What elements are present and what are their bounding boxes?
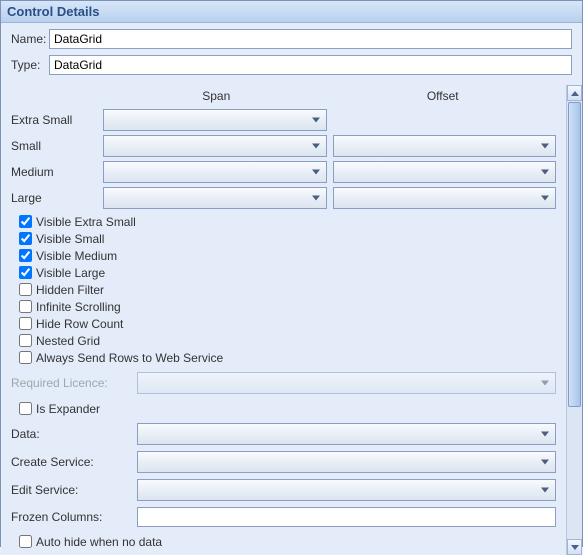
infinite-scrolling-label: Infinite Scrolling (36, 300, 121, 314)
type-label: Type: (11, 58, 49, 72)
size-md-label: Medium (11, 165, 97, 179)
visible-xs-label: Visible Extra Small (36, 215, 136, 229)
frozen-columns-label: Frozen Columns: (11, 510, 131, 524)
span-header: Span (103, 89, 330, 103)
size-lg-label: Large (11, 191, 97, 205)
auto-hide-checkbox[interactable] (19, 535, 32, 548)
scroll-thumb[interactable] (568, 102, 581, 407)
panel-header: Control Details (1, 1, 582, 23)
edit-service-label: Edit Service: (11, 483, 131, 497)
hidden-filter-checkbox[interactable] (19, 283, 32, 296)
chevron-up-icon (571, 91, 579, 96)
edit-service-dropdown[interactable] (137, 479, 556, 501)
md-offset-dropdown[interactable] (333, 161, 557, 183)
sm-span-dropdown[interactable] (103, 135, 327, 157)
size-xs-label: Extra Small (11, 113, 97, 127)
visible-lg-checkbox[interactable] (19, 266, 32, 279)
size-sm-label: Small (11, 139, 97, 153)
md-span-dropdown[interactable] (103, 161, 327, 183)
lg-span-dropdown[interactable] (103, 187, 327, 209)
lg-offset-dropdown[interactable] (333, 187, 557, 209)
frozen-columns-input[interactable] (137, 507, 556, 527)
auto-hide-label: Auto hide when no data (36, 535, 162, 549)
scroll-down-button[interactable] (567, 539, 582, 555)
hidden-filter-label: Hidden Filter (36, 283, 104, 297)
data-dropdown[interactable] (137, 423, 556, 445)
xs-span-dropdown[interactable] (103, 109, 327, 131)
scroll-track[interactable] (567, 102, 582, 538)
scroll-content: Span Offset Extra Small Small Medium Lar… (1, 85, 566, 555)
required-licence-label: Required Licence: (11, 376, 131, 390)
visible-sm-checkbox[interactable] (19, 232, 32, 245)
nested-grid-label: Nested Grid (36, 334, 100, 348)
data-label: Data: (11, 427, 131, 441)
name-input[interactable] (49, 29, 572, 49)
chevron-down-icon (571, 545, 579, 550)
create-service-label: Create Service: (11, 455, 131, 469)
visible-md-checkbox[interactable] (19, 249, 32, 262)
nested-grid-checkbox[interactable] (19, 334, 32, 347)
top-form: Name: Type: (1, 23, 582, 85)
name-label: Name: (11, 32, 49, 46)
is-expander-checkbox[interactable] (19, 402, 32, 415)
hide-row-count-label: Hide Row Count (36, 317, 123, 331)
visible-sm-label: Visible Small (36, 232, 104, 246)
hide-row-count-checkbox[interactable] (19, 317, 32, 330)
visible-xs-checkbox[interactable] (19, 215, 32, 228)
offset-header: Offset (330, 89, 557, 103)
visible-lg-label: Visible Large (36, 266, 105, 280)
sm-offset-dropdown[interactable] (333, 135, 557, 157)
visible-md-label: Visible Medium (36, 249, 117, 263)
infinite-scrolling-checkbox[interactable] (19, 300, 32, 313)
vertical-scrollbar[interactable] (566, 85, 582, 555)
is-expander-label: Is Expander (36, 402, 100, 416)
scroll-up-button[interactable] (567, 85, 582, 101)
required-licence-dropdown (137, 372, 556, 394)
always-send-label: Always Send Rows to Web Service (36, 351, 223, 365)
type-input[interactable] (49, 55, 572, 75)
always-send-checkbox[interactable] (19, 351, 32, 364)
create-service-dropdown[interactable] (137, 451, 556, 473)
